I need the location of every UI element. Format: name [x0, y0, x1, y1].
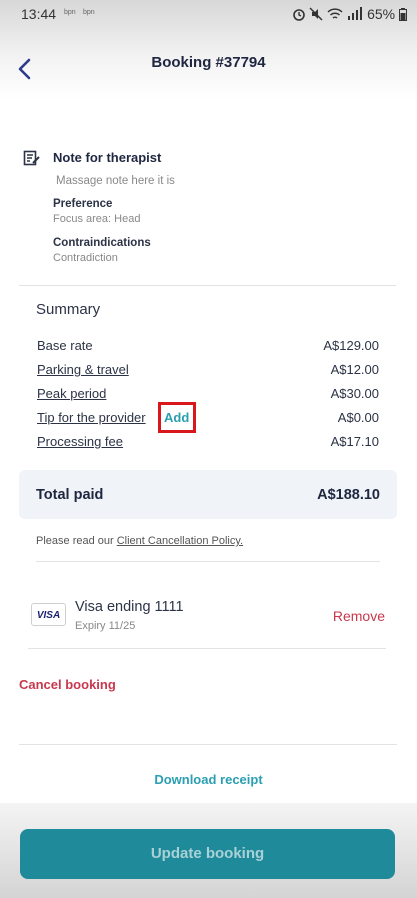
summary-row-label[interactable]: Processing fee	[37, 434, 123, 449]
edit-note-icon	[23, 150, 40, 166]
notification-icon: bpn	[64, 9, 76, 16]
card-label: Visa ending 1111	[75, 599, 184, 615]
summary-title: Summary	[36, 301, 101, 318]
update-booking-button[interactable]: Update booking	[20, 829, 395, 879]
notification-icon: bpn	[83, 9, 95, 16]
contraindications-value: Contradiction	[53, 252, 118, 264]
preference-label: Preference	[53, 198, 113, 210]
summary-row-label[interactable]: Peak period	[37, 386, 106, 401]
summary-row-label[interactable]: Tip for the provider	[37, 410, 146, 425]
note-heading: Note for therapist	[53, 150, 162, 165]
policy-prefix: Please read our	[36, 535, 117, 547]
signal-icon	[348, 7, 363, 20]
summary-row-amount: A$30.00	[330, 386, 379, 401]
page-title: Booking #37794	[151, 54, 266, 71]
mute-icon	[309, 7, 323, 21]
cancel-booking-button[interactable]: Cancel booking	[19, 677, 116, 692]
divider	[36, 561, 380, 562]
cancellation-policy-link[interactable]: Client Cancellation Policy.	[117, 535, 243, 547]
preference-value: Focus area: Head	[53, 213, 141, 225]
highlight-box	[158, 402, 196, 433]
summary-row-amount: A$17.10	[330, 434, 379, 449]
status-right: 65%	[292, 6, 407, 22]
policy-text: Please read our Client Cancellation Poli…	[36, 535, 243, 547]
wifi-icon	[327, 8, 343, 19]
summary-row-amount: A$0.00	[337, 410, 379, 425]
alarm-icon	[292, 9, 305, 21]
contraindications-label: Contraindications	[53, 237, 151, 249]
summary-row-amount: A$12.00	[330, 362, 379, 377]
remove-card-button[interactable]: Remove	[333, 608, 385, 624]
note-text: Massage note here it is	[56, 175, 175, 187]
divider	[19, 744, 397, 745]
battery-icon	[399, 8, 407, 21]
card-expiry: Expiry 11/25	[75, 620, 136, 632]
divider	[19, 285, 396, 286]
visa-icon: VISA	[31, 603, 66, 626]
total-label: Total paid	[36, 487, 104, 503]
divider	[28, 648, 386, 649]
status-bar: 13:44 bpn bpn 65%	[0, 0, 417, 30]
summary-row-label[interactable]: Parking & travel	[37, 362, 129, 377]
summary-row-label: Base rate	[37, 338, 93, 353]
status-time: 13:44	[21, 6, 57, 22]
summary-row-amount: A$129.00	[323, 338, 379, 353]
total-amount: A$188.10	[317, 487, 380, 503]
download-receipt-button[interactable]: Download receipt	[0, 772, 417, 787]
battery-level: 65%	[367, 6, 396, 22]
